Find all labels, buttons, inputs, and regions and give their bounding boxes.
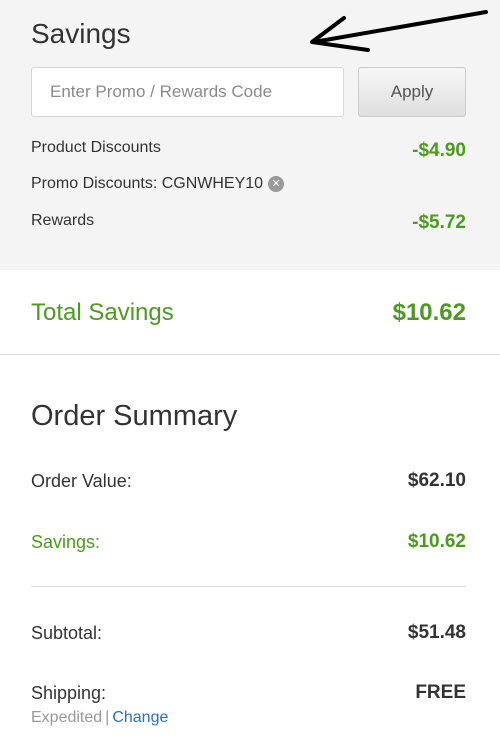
summary-savings-row: Savings: $10.62 xyxy=(31,528,466,556)
savings-panel: Savings Apply Product Discounts -$4.90 P… xyxy=(0,0,500,270)
section-divider xyxy=(0,354,500,355)
shipping-label: Shipping: xyxy=(31,683,107,703)
savings-title: Savings xyxy=(31,18,131,49)
promo-code-input[interactable] xyxy=(31,67,344,117)
subtotal-amount: $51.48 xyxy=(407,622,466,643)
summary-divider xyxy=(31,586,466,587)
product-discounts-value: -$4.90 xyxy=(412,140,466,161)
summary-savings-amount: $10.62 xyxy=(407,531,466,552)
shipping-amount: FREE xyxy=(415,682,466,703)
promo-discounts-row: Promo Discounts: CGNWHEY10 ✕ xyxy=(31,172,466,198)
product-discounts-row: Product Discounts -$4.90 xyxy=(31,136,466,162)
rewards-value: -$5.72 xyxy=(412,212,466,233)
product-discounts-label: Product Discounts xyxy=(31,139,161,156)
shipping-method-name: Expedited xyxy=(31,709,103,726)
order-value-row: Order Value: $62.10 xyxy=(31,467,466,495)
rewards-row: Rewards -$5.72 xyxy=(31,209,466,235)
total-savings-label: Total Savings xyxy=(31,299,174,326)
summary-savings-label: Savings: xyxy=(31,532,101,552)
subtotal-label: Subtotal: xyxy=(31,623,103,643)
annotation-arrow-icon xyxy=(310,10,488,52)
total-savings-value: $10.62 xyxy=(392,299,466,326)
shipping-separator: | xyxy=(105,709,110,726)
subtotal-row: Subtotal: $51.48 xyxy=(31,619,466,647)
total-savings-row: Total Savings $10.62 xyxy=(31,296,466,332)
remove-promo-icon[interactable]: ✕ xyxy=(268,176,285,192)
shipping-row: Shipping: FREE xyxy=(31,679,466,707)
order-value-amount: $62.10 xyxy=(407,470,466,491)
apply-button[interactable]: Apply xyxy=(358,67,466,117)
order-value-label: Order Value: xyxy=(31,471,132,491)
promo-discounts-label-wrap: Promo Discounts: CGNWHEY10 ✕ xyxy=(31,172,285,196)
order-summary-title: Order Summary xyxy=(31,400,238,432)
change-shipping-link[interactable]: Change xyxy=(112,709,168,726)
promo-discounts-label: Promo Discounts: CGNWHEY10 xyxy=(31,175,264,192)
shipping-method: Expedited | Change xyxy=(31,707,168,729)
rewards-label: Rewards xyxy=(31,212,95,229)
